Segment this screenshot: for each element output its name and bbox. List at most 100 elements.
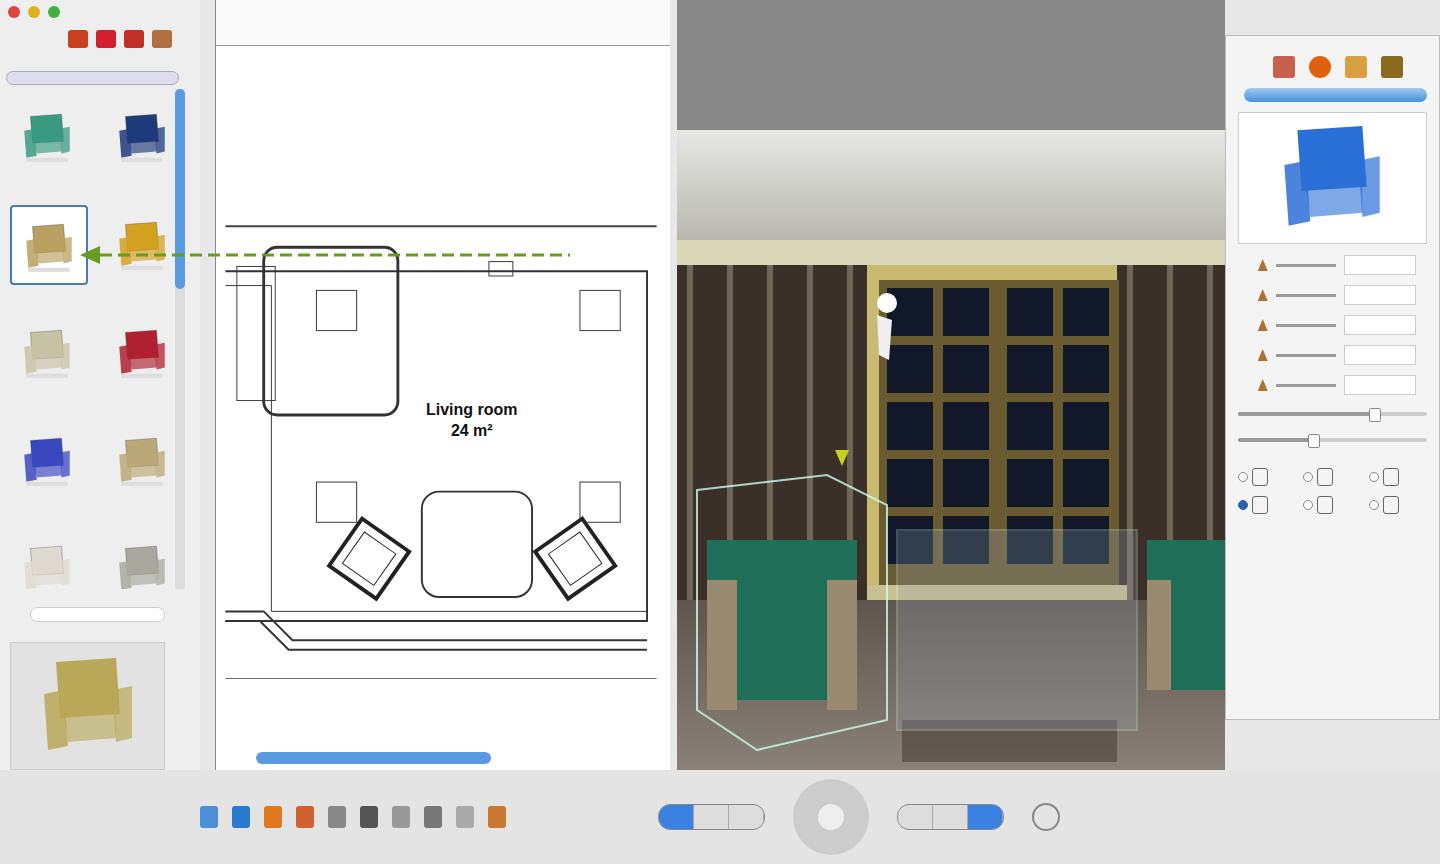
toolbar bbox=[0, 0, 185, 61]
value-field[interactable] bbox=[1344, 315, 1416, 335]
armchair-icon bbox=[16, 428, 78, 490]
furniture-preview bbox=[10, 642, 165, 770]
bottom-toolbar bbox=[0, 770, 1440, 864]
navigation-dial[interactable] bbox=[793, 779, 869, 855]
texture-option[interactable] bbox=[1238, 468, 1296, 486]
plan-mode-control bbox=[658, 804, 765, 830]
value-field[interactable] bbox=[1344, 285, 1416, 305]
property-row bbox=[1258, 254, 1427, 276]
furniture-item[interactable] bbox=[10, 313, 84, 389]
zoom-icon[interactable] bbox=[48, 6, 60, 18]
view-button[interactable] bbox=[898, 805, 933, 829]
floor-plan[interactable] bbox=[216, 46, 666, 736]
tool-icon[interactable] bbox=[328, 806, 346, 828]
furniture-item[interactable] bbox=[105, 205, 175, 281]
close-icon[interactable] bbox=[8, 6, 20, 18]
dimension-icon bbox=[1258, 379, 1268, 391]
tool-icon[interactable] bbox=[232, 806, 250, 828]
inspector-toolbar bbox=[1238, 44, 1427, 78]
drag-arrow bbox=[80, 240, 580, 270]
view-button[interactable] bbox=[933, 805, 968, 829]
search-field[interactable] bbox=[30, 607, 165, 622]
light-icon[interactable] bbox=[1309, 56, 1331, 78]
mode-button[interactable] bbox=[659, 805, 694, 829]
armchair-icon bbox=[1267, 113, 1397, 243]
view-button[interactable] bbox=[968, 805, 1003, 829]
hat-icon[interactable] bbox=[1381, 56, 1403, 78]
room-label[interactable]: Living room 24 m² bbox=[426, 400, 518, 442]
ruler bbox=[216, 0, 670, 46]
armchair-icon bbox=[16, 536, 78, 589]
undo-icon[interactable] bbox=[124, 30, 144, 48]
furniture-catalog bbox=[0, 0, 200, 770]
model-preview[interactable] bbox=[1238, 112, 1427, 244]
slider[interactable] bbox=[1238, 432, 1427, 448]
armchair-icon bbox=[16, 104, 78, 166]
mode-button[interactable] bbox=[729, 805, 764, 829]
dimension-icon bbox=[1258, 319, 1268, 331]
tool-icon[interactable] bbox=[456, 806, 474, 828]
furniture-item[interactable] bbox=[105, 313, 175, 389]
catalog-scrollbar[interactable] bbox=[175, 89, 185, 589]
property-row bbox=[1258, 314, 1427, 336]
tool-icon[interactable] bbox=[200, 806, 218, 828]
armchair-icon bbox=[111, 536, 173, 589]
value-field[interactable] bbox=[1344, 345, 1416, 365]
furniture-item[interactable] bbox=[105, 97, 175, 173]
cut-icon[interactable] bbox=[152, 30, 172, 48]
furniture-item[interactable] bbox=[10, 205, 88, 285]
furniture-item[interactable] bbox=[10, 97, 84, 173]
armchair-icon bbox=[111, 320, 173, 382]
category-combo[interactable] bbox=[6, 71, 179, 85]
furniture-item[interactable] bbox=[105, 529, 175, 589]
tool-icon[interactable] bbox=[424, 806, 442, 828]
texture-option[interactable] bbox=[1303, 468, 1361, 486]
property-row bbox=[1258, 284, 1427, 306]
property-row bbox=[1258, 374, 1427, 396]
tool-icon[interactable] bbox=[360, 806, 378, 828]
mode-button[interactable] bbox=[694, 805, 729, 829]
view-mode-control bbox=[897, 804, 1004, 830]
minimize-icon[interactable] bbox=[28, 6, 40, 18]
furniture-item[interactable] bbox=[10, 421, 84, 497]
armchair-icon bbox=[111, 104, 173, 166]
dimension-icon bbox=[1258, 349, 1268, 361]
armchair-icon bbox=[111, 212, 173, 274]
3d-scene[interactable] bbox=[677, 130, 1225, 770]
app-window: Living room 24 m² bbox=[0, 0, 1440, 864]
texture-option[interactable] bbox=[1238, 496, 1296, 514]
tool-icon[interactable] bbox=[488, 806, 506, 828]
inspector-panel bbox=[1225, 35, 1440, 720]
tool-icon[interactable] bbox=[264, 806, 282, 828]
name-field[interactable] bbox=[1244, 88, 1427, 102]
furniture-item[interactable] bbox=[10, 529, 84, 589]
texture-icon[interactable] bbox=[1273, 56, 1295, 78]
pencil-icon[interactable] bbox=[1345, 56, 1367, 78]
texture-option[interactable] bbox=[1369, 468, 1427, 486]
dimension-icon bbox=[1258, 259, 1268, 271]
room-area: 24 m² bbox=[426, 421, 518, 442]
armchair-icon bbox=[28, 646, 148, 766]
tool-icon[interactable] bbox=[392, 806, 410, 828]
texture-option[interactable] bbox=[1369, 496, 1427, 514]
armchair-icon bbox=[111, 428, 173, 490]
armchair-icon bbox=[18, 214, 80, 276]
texture-options bbox=[1238, 458, 1427, 514]
room-name: Living room bbox=[426, 400, 518, 421]
value-field[interactable] bbox=[1344, 375, 1416, 395]
save-icon[interactable] bbox=[96, 30, 116, 48]
slider[interactable] bbox=[1238, 406, 1427, 422]
open-icon[interactable] bbox=[68, 30, 88, 48]
plan-view[interactable]: Living room 24 m² bbox=[215, 0, 670, 770]
3d-view[interactable] bbox=[677, 0, 1225, 770]
texture-option[interactable] bbox=[1303, 496, 1361, 514]
furniture-grid bbox=[0, 89, 175, 589]
tool-icon[interactable] bbox=[296, 806, 314, 828]
furniture-item[interactable] bbox=[105, 421, 175, 497]
dimension-icon bbox=[1258, 289, 1268, 301]
value-field[interactable] bbox=[1344, 255, 1416, 275]
armchair-icon bbox=[16, 320, 78, 382]
property-row bbox=[1258, 344, 1427, 366]
plan-scrollbar[interactable] bbox=[256, 752, 491, 764]
record-button[interactable] bbox=[1032, 803, 1060, 831]
